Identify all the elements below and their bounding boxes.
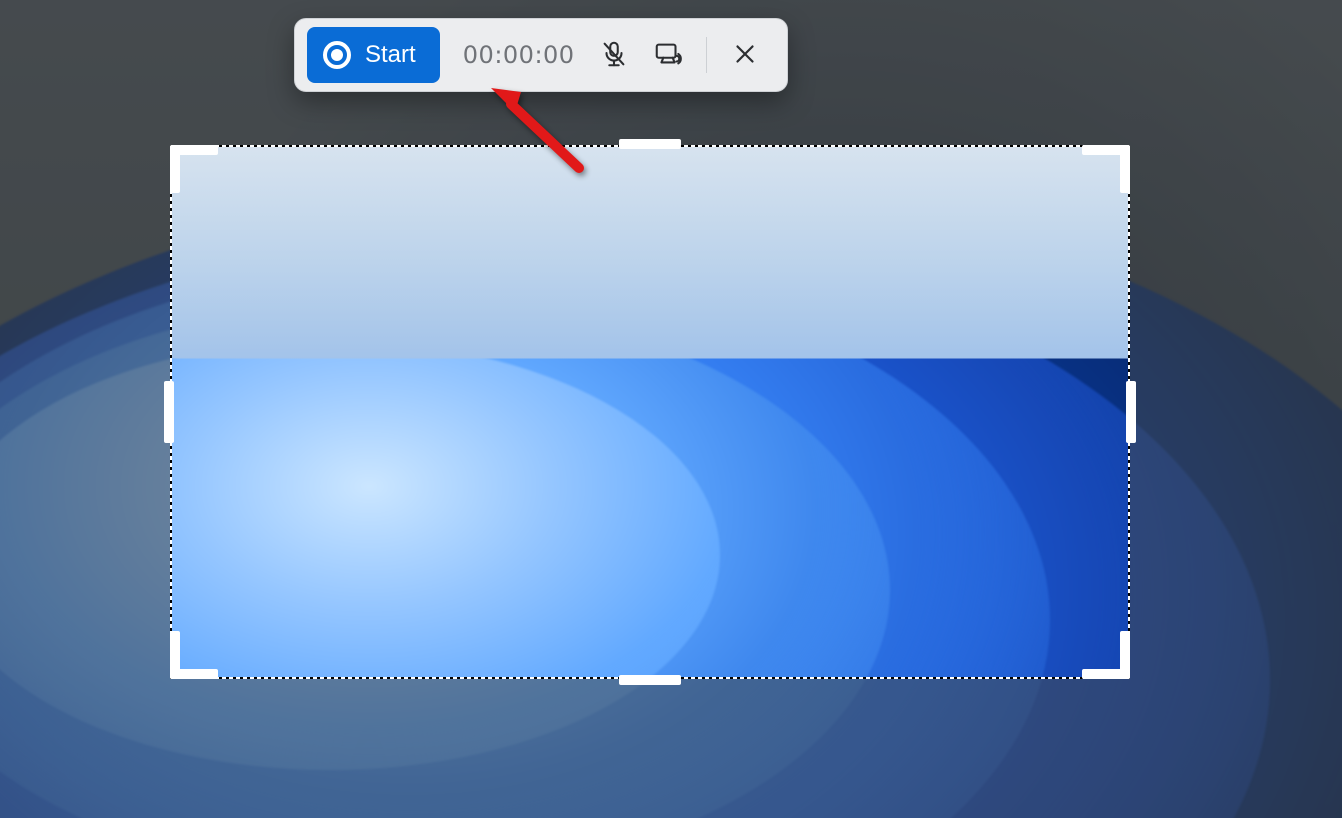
resize-handle-right[interactable]	[1126, 381, 1136, 443]
resize-handle-left[interactable]	[164, 381, 174, 443]
system-audio-toggle-button[interactable]	[648, 35, 688, 75]
resize-handle-top[interactable]	[619, 139, 681, 149]
dim-overlay	[1130, 145, 1342, 679]
recording-toolbar: Start 00:00:00	[294, 18, 788, 92]
close-icon	[730, 39, 760, 72]
system-audio-icon	[653, 39, 683, 72]
start-button[interactable]: Start	[307, 27, 440, 83]
start-button-label: Start	[365, 41, 416, 69]
close-button[interactable]	[725, 35, 765, 75]
record-icon	[323, 41, 351, 69]
resize-handle-bottom[interactable]	[619, 675, 681, 685]
dim-overlay	[0, 145, 170, 679]
capture-selection[interactable]	[170, 145, 1130, 679]
dim-overlay	[0, 679, 1342, 818]
recording-timer: 00:00:00	[458, 41, 580, 69]
microphone-mute-icon	[599, 39, 629, 72]
toolbar-separator	[706, 37, 707, 73]
microphone-toggle-button[interactable]	[594, 35, 634, 75]
